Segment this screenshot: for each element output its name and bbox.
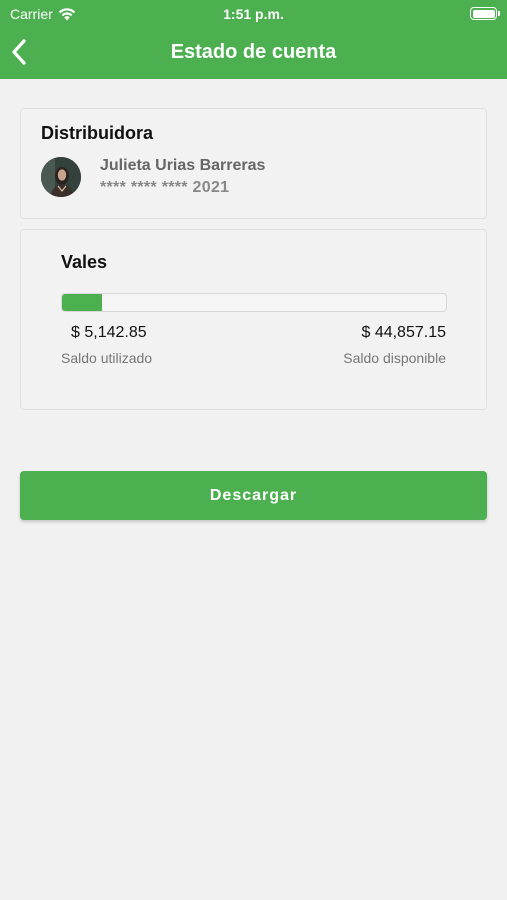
distributor-name: Julieta Urias Barreras bbox=[100, 157, 266, 174]
available-balance-label: Saldo disponible bbox=[343, 350, 446, 366]
used-balance-label: Saldo utilizado bbox=[61, 350, 153, 366]
status-time: 1:51 p.m. bbox=[223, 6, 284, 22]
balance-progress-bar bbox=[61, 293, 447, 312]
card-number: **** **** **** 2021 bbox=[100, 179, 230, 196]
distributor-heading: Distribuidora bbox=[41, 123, 154, 143]
available-balance-amount: $ 44,857.15 bbox=[361, 324, 446, 341]
battery-icon bbox=[470, 7, 500, 20]
avatar bbox=[41, 157, 81, 197]
vales-card: Vales $ 5,142.85 $ 44,857.15 Saldo utili… bbox=[20, 229, 487, 410]
vales-heading: Vales bbox=[61, 252, 108, 272]
distributor-card: Distribuidora Julieta Urias Barreras ***… bbox=[20, 108, 487, 219]
used-balance-amount: $ 5,142.85 bbox=[71, 324, 147, 341]
status-bar: Carrier 1:51 p.m. bbox=[0, 0, 507, 28]
nav-bar: Estado de cuenta bbox=[0, 28, 507, 79]
page-title: Estado de cuenta bbox=[170, 41, 337, 63]
download-button[interactable]: Descargar bbox=[20, 471, 487, 520]
balance-progress-fill bbox=[62, 294, 102, 311]
